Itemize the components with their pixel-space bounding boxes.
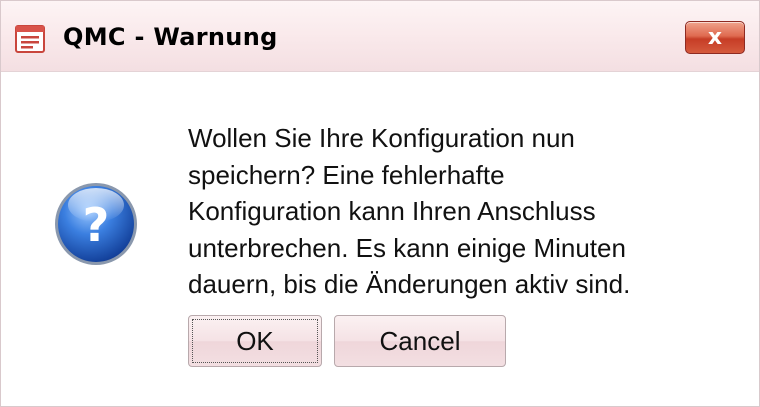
warning-message: Wollen Sie Ihre Konfiguration nun speich… xyxy=(188,123,631,299)
svg-text:?: ? xyxy=(83,198,110,252)
window-title: QMC - Warnung xyxy=(63,23,278,51)
warning-dialog: QMC - Warnung x ? Wollen Sie Ihre Konfig… xyxy=(0,0,760,407)
question-icon: ? xyxy=(55,183,137,265)
title-bar[interactable]: QMC - Warnung x xyxy=(1,1,759,72)
close-button[interactable]: x xyxy=(685,21,745,54)
close-icon: x xyxy=(707,25,723,50)
cancel-button[interactable]: Cancel xyxy=(334,315,506,367)
ok-button[interactable]: OK xyxy=(188,315,322,367)
document-icon xyxy=(15,25,45,53)
